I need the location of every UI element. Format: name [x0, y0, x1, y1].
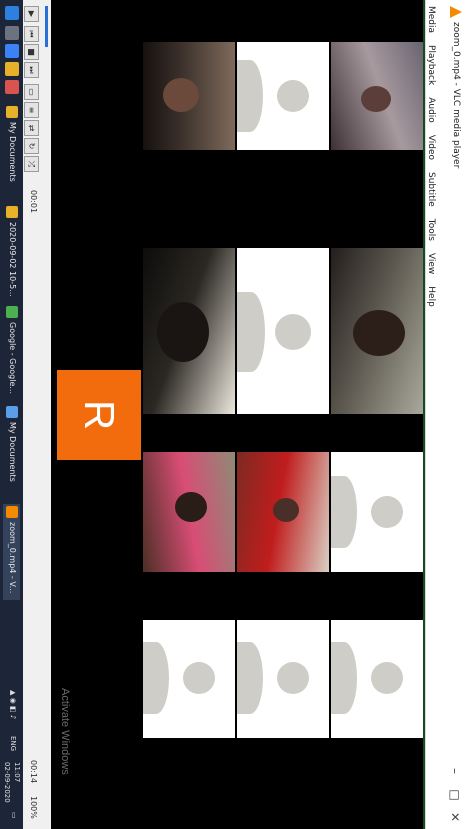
avatar-body-shape [331, 642, 357, 714]
documents-icon [6, 406, 18, 418]
avatar-body-shape [331, 476, 357, 548]
shuffle-button[interactable]: ⤮ [24, 156, 39, 172]
file-explorer-icon[interactable] [5, 62, 19, 76]
loop-button[interactable]: ⇄ [24, 120, 39, 136]
avatar-body-shape [143, 642, 169, 714]
participant-face [163, 78, 199, 112]
search-icon[interactable] [5, 26, 19, 40]
participant-video-tile [237, 452, 329, 572]
notifications-icon[interactable]: ▭ [10, 812, 18, 819]
tray-icons[interactable]: ▲ ◉ ◧ ♪ [9, 690, 17, 719]
video-top-border [423, 0, 425, 829]
time-total: 00:14 [29, 760, 38, 784]
taskbar-item-label: zoom_0.mp4 - V... [8, 522, 17, 594]
maximize-button[interactable]: □ [446, 784, 464, 806]
avatar-placeholder-icon [275, 314, 311, 350]
taskbar-item[interactable]: Google - Google... [3, 304, 20, 400]
participant-face [157, 302, 209, 362]
participant-placeholder-tile [331, 620, 423, 738]
start-windows-icon[interactable] [5, 6, 19, 20]
volume-level[interactable]: 100% [29, 796, 38, 819]
vlc-cone-icon [450, 6, 462, 18]
participant-initial-tile: R [57, 370, 141, 460]
participant-placeholder-tile [237, 248, 329, 414]
play-button[interactable]: ▶ [24, 6, 39, 22]
participant-video-tile [331, 248, 423, 414]
time-elapsed: 00:01 [29, 190, 38, 214]
participant-video-tile [143, 248, 235, 414]
window-title: zoom_0.mp4 - VLC media player [451, 22, 461, 169]
screen: zoom_0.mp4 - VLC media player – □ ✕ Medi… [0, 0, 466, 829]
folder-icon [6, 106, 18, 118]
playlist-button[interactable]: ≡ [24, 102, 39, 118]
participant-face [353, 310, 405, 356]
stop-button[interactable]: ■ [24, 44, 39, 60]
windows-taskbar: My Documents 2020-09-02 10-5... Google -… [0, 0, 23, 829]
close-button[interactable]: ✕ [446, 806, 464, 828]
avatar-placeholder-icon [371, 496, 403, 528]
participant-placeholder-tile [237, 42, 329, 150]
vlc-icon [6, 506, 18, 518]
fullscreen-button[interactable]: ▭ [24, 84, 39, 100]
taskbar-item-label: My Documents [8, 422, 17, 482]
pinned-app-icon[interactable] [5, 80, 19, 94]
participant-video-tile [143, 452, 235, 572]
participant-placeholder-tile [237, 620, 329, 738]
seek-progress [45, 6, 48, 47]
folder-icon [6, 206, 18, 218]
clock-time[interactable]: 11:07 [13, 762, 21, 782]
seek-bar[interactable] [41, 0, 51, 829]
taskbar-item-label: Google - Google... [8, 322, 17, 395]
clock-date[interactable]: 02-09-2020 [3, 762, 11, 803]
avatar-body-shape [237, 292, 265, 372]
avatar-placeholder-icon [183, 662, 215, 694]
avatar-placeholder-icon [277, 662, 309, 694]
taskbar-item[interactable]: My Documents [3, 404, 20, 500]
video-frame[interactable]: R Activate Windows [51, 0, 423, 829]
participant-face [361, 86, 391, 112]
avatar-body-shape [237, 60, 263, 132]
next-button[interactable]: ⏭ [24, 62, 39, 78]
avatar-body-shape [237, 642, 263, 714]
participant-video-tile [143, 42, 235, 150]
playback-controls: ▶ ⏮ ■ ⏭ ▭ ≡ ⇄ ↻ ⤮ 00:01 00:14 100% [23, 0, 41, 829]
participant-placeholder-tile [143, 620, 235, 738]
edge-browser-icon[interactable] [5, 44, 19, 58]
participant-video-tile [331, 42, 423, 150]
language-indicator[interactable]: ENG [9, 736, 17, 751]
taskbar-item[interactable]: 2020-09-02 10-5... [3, 204, 20, 300]
avatar-placeholder-icon [371, 662, 403, 694]
taskbar-item-active[interactable]: zoom_0.mp4 - V... [3, 504, 20, 600]
participant-face [175, 492, 207, 522]
taskbar-item-label: 2020-09-02 10-5... [8, 222, 17, 297]
previous-button[interactable]: ⏮ [24, 26, 39, 42]
avatar-placeholder-icon [277, 80, 309, 112]
activate-windows-watermark: Activate Windows [59, 688, 71, 775]
minimize-button[interactable]: – [446, 760, 464, 782]
taskbar-item[interactable]: My Documents [3, 104, 20, 200]
menu-bar: MediaPlaybackAudioVideoSubtitleToolsView… [425, 0, 444, 829]
participant-face [273, 498, 299, 522]
repeat-button[interactable]: ↻ [24, 138, 39, 154]
participant-placeholder-tile [331, 452, 423, 572]
vlc-title-bar: zoom_0.mp4 - VLC media player – □ ✕ [444, 0, 466, 829]
chrome-icon [6, 306, 18, 318]
taskbar-item-label: My Documents [8, 122, 17, 182]
